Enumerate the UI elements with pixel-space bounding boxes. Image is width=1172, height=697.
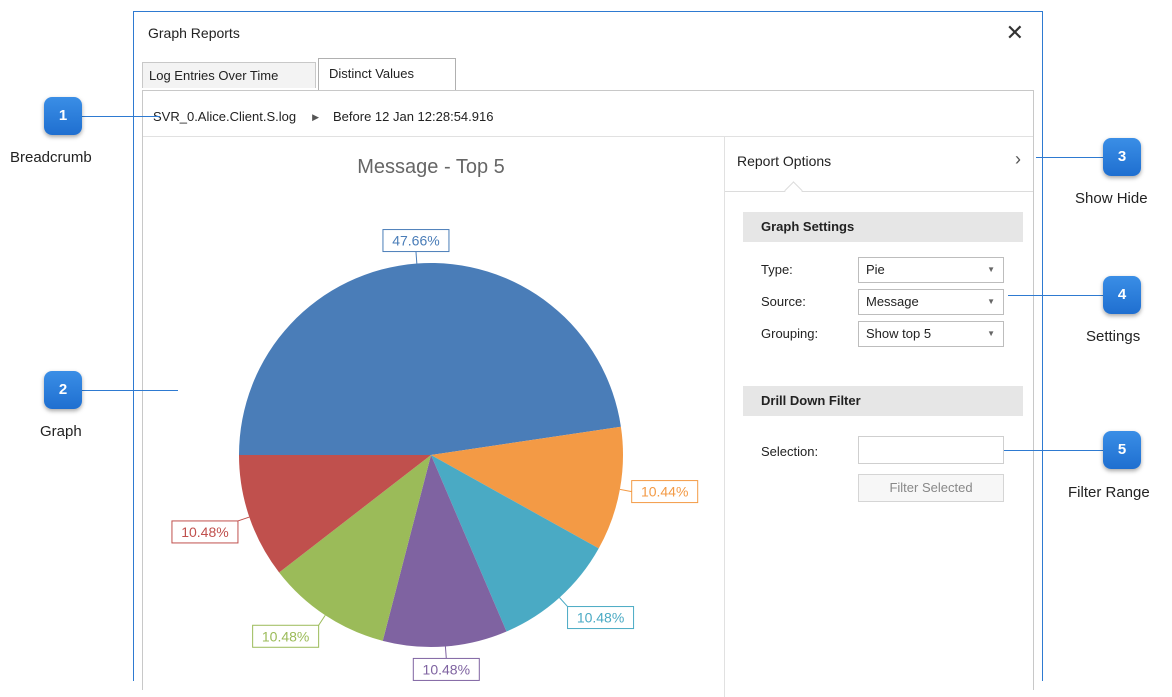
selection-label: Selection: (761, 444, 819, 459)
breadcrumb: SVR_0.Alice.Client.S.log ▶ Before 12 Jan 1… (153, 109, 493, 124)
grouping-select-value: Show top 5 (866, 326, 932, 341)
pie-data-label: 10.48% (423, 661, 470, 677)
type-select[interactable]: Pie ▼ (858, 257, 1004, 283)
pie-label-leader (415, 251, 418, 264)
callout-badge-3: 3 (1103, 138, 1141, 176)
callout-label-breadcrumb: Breadcrumb (10, 149, 92, 166)
graph-area[interactable]: Message - Top 5 47.66% 10.44% 10.48% 10.48% 1… (143, 137, 724, 697)
divider (725, 191, 1033, 192)
tab-content: SVR_0.Alice.Client.S.log ▶ Before 12 Jan 1… (142, 90, 1034, 697)
breadcrumb-item-time-range[interactable]: Before 12 Jan 12:28:54.916 (333, 109, 493, 124)
pie-label-leader (318, 614, 326, 626)
pie-slice[interactable] (239, 263, 621, 455)
callout-label-settings: Settings (1086, 328, 1141, 345)
callout-line (82, 390, 178, 391)
pie-label-leader (237, 516, 250, 522)
chevron-down-icon: ▼ (987, 297, 995, 306)
window-title: Graph Reports (148, 25, 240, 41)
graph-settings-header: Graph Settings (743, 212, 1023, 242)
pie-data-label: 10.48% (181, 524, 228, 540)
type-label: Type: (761, 262, 793, 277)
grouping-select[interactable]: Show top 5 ▼ (858, 321, 1004, 347)
source-select[interactable]: Message ▼ (858, 289, 1004, 315)
pie-label-leader (559, 597, 568, 607)
pie-data-label: 10.44% (641, 484, 688, 500)
breadcrumb-item-log-file[interactable]: SVR_0.Alice.Client.S.log (153, 109, 296, 124)
report-options-panel: Report Options › Graph Settings Type: Pi… (725, 137, 1033, 697)
pie-data-label: 10.48% (577, 610, 624, 626)
title-bar: Graph Reports ✕ (134, 12, 1042, 56)
callout-badge-1: 1 (44, 97, 82, 135)
callout-badge-2: 2 (44, 371, 82, 409)
pie-data-label: 10.48% (262, 628, 309, 644)
drill-down-filter-header: Drill Down Filter (743, 386, 1023, 416)
pie-label-leader (444, 646, 447, 659)
report-options-title: Report Options (737, 153, 832, 169)
chevron-down-icon: ▼ (987, 265, 995, 274)
source-label: Source: (761, 294, 806, 309)
callout-label-filter-range: Filter Range (1068, 484, 1150, 501)
callout-line (1004, 450, 1104, 451)
chevron-down-icon: ▼ (987, 329, 995, 338)
close-icon[interactable]: ✕ (1006, 20, 1024, 46)
pie-data-label: 47.66% (392, 233, 439, 249)
graph-reports-window: Graph Reports ✕ Log Entries Over Time Di… (133, 11, 1043, 697)
grouping-label: Grouping: (761, 326, 819, 341)
chart-title: Message - Top 5 (357, 156, 505, 178)
callout-badge-5: 5 (1103, 431, 1141, 469)
callout-label-graph: Graph (40, 423, 82, 440)
chevron-right-icon[interactable]: › (1015, 149, 1021, 170)
callout-badge-4: 4 (1103, 276, 1141, 314)
source-select-value: Message (866, 294, 919, 309)
callout-line (1008, 295, 1104, 296)
tab-log-entries-over-time[interactable]: Log Entries Over Time (142, 62, 316, 88)
tab-distinct-values[interactable]: Distinct Values (318, 58, 456, 90)
pie-label-leader (619, 488, 632, 493)
callout-label-show-hide: Show Hide (1075, 190, 1148, 207)
type-select-value: Pie (866, 262, 885, 277)
callout-line (1036, 157, 1104, 158)
pie-chart[interactable]: Message - Top 5 47.66% 10.44% 10.48% 10.48% 1… (143, 137, 724, 697)
filter-selected-button[interactable]: Filter Selected (858, 474, 1004, 502)
selection-input[interactable] (858, 436, 1004, 464)
pointer-notch (784, 181, 803, 200)
breadcrumb-separator-icon: ▶ (312, 112, 319, 122)
callout-line (82, 116, 160, 117)
